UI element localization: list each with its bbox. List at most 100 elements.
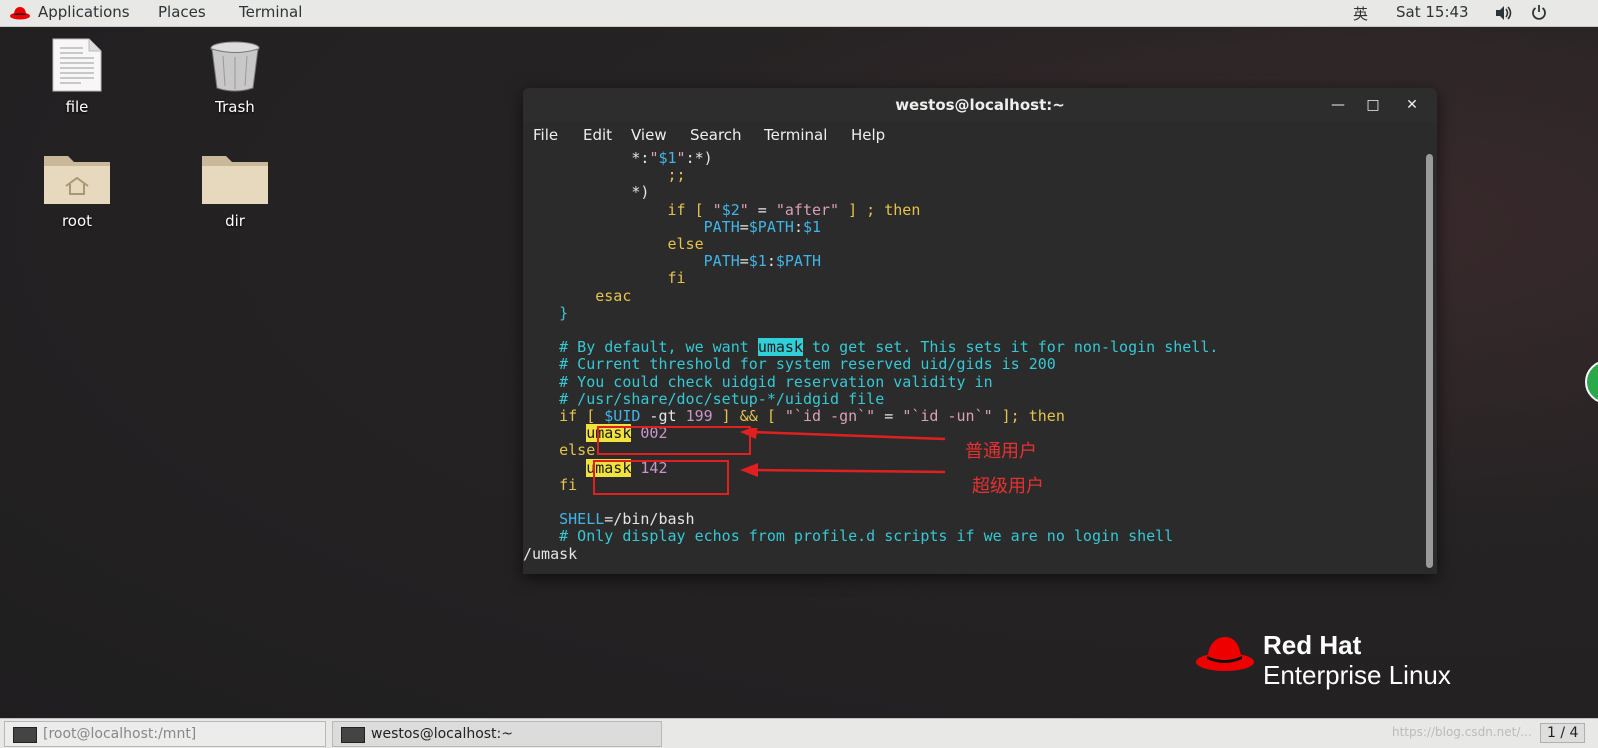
places-menu[interactable]: Places xyxy=(158,3,206,21)
terminal-token: fi xyxy=(667,269,686,288)
terminal-token: =/bin/bash xyxy=(604,510,695,529)
terminal-line: # Only display echos from profile.d scri… xyxy=(523,528,1173,545)
umask-002-highlight-box xyxy=(597,426,751,455)
terminal-token: : xyxy=(766,252,776,271)
terminal-token: $1 xyxy=(658,150,677,167)
terminal-token: *) xyxy=(631,183,650,202)
minimize-icon[interactable]: — xyxy=(1326,88,1350,122)
terminal-token: ;; xyxy=(667,166,686,185)
terminal-line: *:"$1":*) xyxy=(523,150,712,167)
task-title: [root@localhost:/mnt] xyxy=(43,726,197,742)
desktop-icon-root[interactable]: root xyxy=(22,150,132,230)
terminal-line: esac xyxy=(523,286,632,305)
terminal-token: "`id -un`" xyxy=(902,407,993,425)
arrow-super-user xyxy=(751,468,946,474)
volume-icon[interactable] xyxy=(1494,5,1514,21)
terminal-token: } xyxy=(559,303,569,322)
desktop-icon-dir[interactable]: dir xyxy=(180,150,290,230)
terminal-line: } xyxy=(523,303,569,322)
window-titlebar[interactable]: westos@localhost:~ xyxy=(523,88,1437,122)
clock[interactable]: Sat 15:43 xyxy=(1396,3,1469,21)
window-title: westos@localhost:~ xyxy=(895,96,1065,114)
annotation-normal-user: 普通用户 xyxy=(965,441,1037,462)
redhat-icon xyxy=(10,7,30,20)
applications-menu[interactable]: Applications xyxy=(38,3,130,21)
menubar: File Edit View Search Terminal Help xyxy=(523,122,1437,150)
terminal-token: " xyxy=(712,200,722,219)
terminal-line: ;; xyxy=(523,167,686,184)
terminal-token: if [ xyxy=(667,200,713,219)
home-folder-icon xyxy=(44,156,110,204)
terminal-token: = xyxy=(875,407,903,425)
arrowhead-icon xyxy=(740,428,758,439)
terminal-token: $UID xyxy=(604,407,641,425)
terminal-token: SHELL xyxy=(559,510,605,529)
desktop-icon-label: file xyxy=(65,98,89,116)
scrollbar[interactable] xyxy=(1426,154,1433,568)
terminal-line: # You could check uidgid reservation val… xyxy=(523,372,993,391)
menu-help[interactable]: Help xyxy=(851,126,885,144)
terminal-token: "`id -gn`" xyxy=(784,407,876,425)
logo-line2: Enterprise Linux xyxy=(1263,660,1451,690)
menu-search[interactable]: Search xyxy=(690,126,742,144)
input-method-indicator[interactable]: 英 xyxy=(1353,3,1368,24)
terminal-token: # /usr/share/doc/setup-*/uidgid file xyxy=(559,389,885,408)
terminal-token: esac xyxy=(595,286,632,305)
terminal-line: SHELL=/bin/bash xyxy=(523,510,695,529)
terminal-token: # By default, we want xyxy=(559,338,758,357)
arrowhead-icon xyxy=(740,463,758,477)
watermark: https://blog.csdn.net/... xyxy=(1392,725,1532,739)
top-panel: Applications Places Terminal 英 Sat 15:43 xyxy=(0,0,1598,27)
workspace-indicator[interactable]: 1 / 4 xyxy=(1540,723,1586,743)
desktop-icon-label: dir xyxy=(225,212,245,230)
document-icon xyxy=(52,38,102,92)
annotation-super-user: 超级用户 xyxy=(972,476,1044,497)
terminal-token: = xyxy=(739,217,749,236)
side-widget-badge[interactable] xyxy=(1585,360,1598,404)
folder-icon xyxy=(202,156,268,204)
annotation-arrows xyxy=(740,428,946,477)
desktop-icon-label: Trash xyxy=(215,98,255,116)
terminal-token: " xyxy=(739,200,749,219)
terminal-token: PATH xyxy=(703,217,740,236)
menu-edit[interactable]: Edit xyxy=(583,126,612,144)
desktop-icon-file[interactable]: file xyxy=(22,38,132,116)
power-icon[interactable] xyxy=(1531,4,1547,21)
terminal-token: PATH xyxy=(703,252,740,271)
terminal-icon xyxy=(341,727,365,743)
terminal-token: *: xyxy=(631,150,650,167)
terminal-token: $PATH xyxy=(748,217,794,236)
terminal-output[interactable]: *:"$1":*) ;; *) if [ "$2" = "after" ] ; … xyxy=(523,150,1423,574)
terminal-line: PATH=$PATH:$1 xyxy=(523,217,821,236)
close-icon[interactable]: ✕ xyxy=(1400,88,1424,122)
terminal-token: $1 xyxy=(748,252,767,271)
menu-terminal[interactable]: Terminal xyxy=(764,126,827,144)
maximize-icon[interactable]: □ xyxy=(1361,88,1385,122)
menu-file[interactable]: File xyxy=(533,126,558,144)
task-root-terminal[interactable]: [root@localhost:/mnt] xyxy=(4,721,326,747)
terminal-app-menu[interactable]: Terminal xyxy=(239,3,302,21)
terminal-line: *) xyxy=(523,184,649,201)
desktop-icon-trash[interactable]: Trash xyxy=(180,40,290,116)
terminal-token: "after" xyxy=(775,200,840,219)
terminal-token: $PATH xyxy=(775,252,822,271)
terminal-token: else xyxy=(559,441,596,460)
task-westos-terminal[interactable]: westos@localhost:~ xyxy=(332,721,662,747)
terminal-window[interactable]: westos@localhost:~ — □ ✕ File Edit View … xyxy=(523,88,1437,574)
taskbar: [root@localhost:/mnt] westos@localhost:~… xyxy=(0,718,1598,748)
terminal-token: = xyxy=(748,200,776,219)
terminal-line: # Current threshold for system reserved … xyxy=(523,356,1056,373)
menu-view[interactable]: View xyxy=(631,126,667,144)
terminal-line: fi xyxy=(523,475,578,494)
terminal-line: if [ $UID -gt 199 ] && [ "`id -gn`" = "`… xyxy=(523,408,1065,425)
terminal-icon xyxy=(13,727,37,743)
terminal-token: # You could check uidgid reservation val… xyxy=(559,372,993,391)
desktop-icon-label: root xyxy=(61,212,93,230)
terminal-token: ] && [ xyxy=(712,407,785,425)
terminal-line: PATH=$1:$PATH xyxy=(523,253,821,270)
terminal-line: # By default, we want umask to get set. … xyxy=(523,338,1218,357)
terminal-token: else xyxy=(667,235,704,253)
terminal-token: fi xyxy=(559,475,578,494)
terminal-line: # /usr/share/doc/setup-*/uidgid file xyxy=(523,389,885,408)
terminal-token: ]; then xyxy=(992,407,1065,425)
